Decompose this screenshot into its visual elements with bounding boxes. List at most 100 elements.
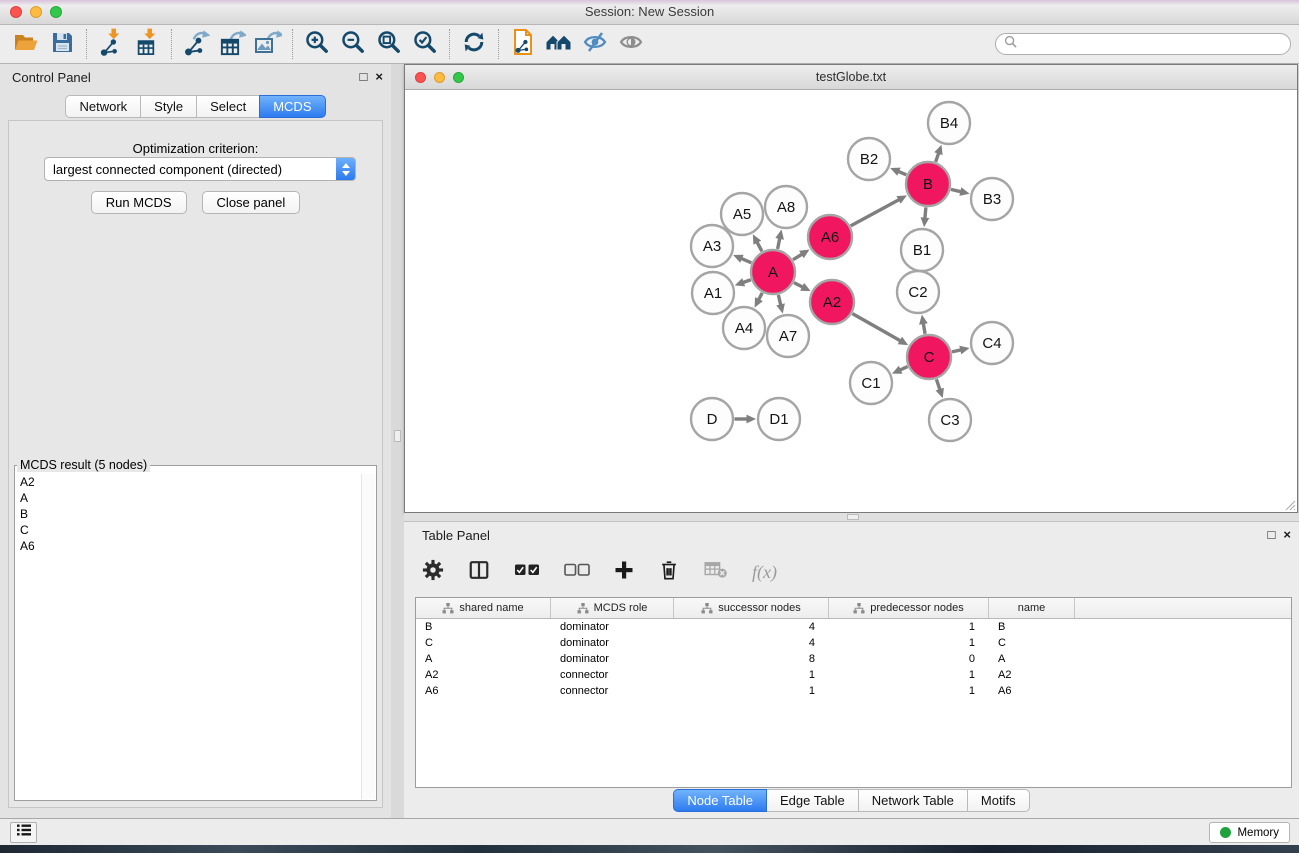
table-cell[interactable]: C: [989, 635, 1075, 651]
graph-edge-A-A2[interactable]: [794, 283, 811, 291]
graph-edge-A-A8[interactable]: [775, 230, 784, 249]
graph-node-B2[interactable]: B2: [848, 138, 890, 180]
graph-node-C3[interactable]: C3: [929, 399, 971, 441]
export-network-button[interactable]: [178, 28, 214, 60]
table-cell[interactable]: dominator: [551, 635, 674, 651]
run-mcds-button[interactable]: Run MCDS: [91, 191, 187, 214]
mcds-result-item[interactable]: A2: [16, 474, 361, 490]
graph-node-A6[interactable]: A6: [808, 215, 852, 259]
graph-node-A[interactable]: A: [751, 250, 795, 294]
close-panel-button[interactable]: Close panel: [202, 191, 301, 214]
graph-edge-C-C3[interactable]: [936, 379, 944, 398]
table-cell[interactable]: B: [416, 619, 551, 635]
graph-edge-A-A1[interactable]: [735, 278, 751, 286]
table-cell[interactable]: C: [416, 635, 551, 651]
new-network-from-selection-button[interactable]: [505, 28, 541, 60]
graph-node-B[interactable]: B: [906, 162, 950, 206]
graph-edge-A-A3[interactable]: [733, 255, 751, 263]
table-cell[interactable]: A: [989, 651, 1075, 667]
delete-columns-button[interactable]: [658, 559, 680, 586]
apply-layout-button[interactable]: [456, 28, 492, 60]
import-network-button[interactable]: [93, 28, 129, 60]
table-settings-button[interactable]: [422, 559, 444, 586]
graph-edge-A-A7[interactable]: [776, 295, 785, 314]
first-neighbors-button[interactable]: [541, 28, 577, 60]
table-cell[interactable]: connector: [551, 667, 674, 683]
memory-button[interactable]: Memory: [1209, 822, 1290, 843]
tab-network[interactable]: Network: [65, 95, 141, 118]
graph-node-A4[interactable]: A4: [723, 307, 765, 349]
table-tab-network-table[interactable]: Network Table: [858, 789, 968, 812]
graph-node-A1[interactable]: A1: [692, 272, 734, 314]
export-image-button[interactable]: [250, 28, 286, 60]
mcds-result-item[interactable]: B: [16, 506, 361, 522]
show-hide-panel-button[interactable]: [613, 28, 649, 60]
table-cell[interactable]: 4: [674, 619, 829, 635]
graph-node-C2[interactable]: C2: [897, 271, 939, 313]
table-cell[interactable]: A6: [416, 683, 551, 699]
table-cell[interactable]: dominator: [551, 651, 674, 667]
search-input[interactable]: [1017, 37, 1282, 51]
table-tab-motifs[interactable]: Motifs: [967, 789, 1030, 812]
table-cell[interactable]: 0: [829, 651, 989, 667]
table-cell[interactable]: 4: [674, 635, 829, 651]
column-header-name[interactable]: name: [989, 598, 1075, 618]
show-task-history-button[interactable]: [10, 822, 37, 843]
function-builder-button[interactable]: f(x): [752, 562, 777, 583]
mcds-result-list[interactable]: A2ABCA6: [16, 474, 361, 799]
zoom-selected-button[interactable]: [407, 28, 443, 60]
show-graphics-details-button[interactable]: [577, 28, 613, 60]
graph-edge-C-C1[interactable]: [892, 366, 908, 374]
graph-node-B1[interactable]: B1: [901, 229, 943, 271]
table-cell[interactable]: B: [989, 619, 1075, 635]
zoom-fit-button[interactable]: [371, 28, 407, 60]
table-cell[interactable]: A: [416, 651, 551, 667]
criterion-dropdown[interactable]: largest connected component (directed): [44, 157, 356, 181]
graph-edge-B-B1[interactable]: [921, 207, 930, 227]
column-header-successor-nodes[interactable]: successor nodes: [674, 598, 829, 618]
column-header-shared-name[interactable]: shared name: [416, 598, 551, 618]
app-titlebar[interactable]: Session: New Session: [0, 0, 1299, 25]
splitter-handle[interactable]: [847, 514, 859, 520]
graph-node-D1[interactable]: D1: [758, 398, 800, 440]
graph-node-C1[interactable]: C1: [850, 362, 892, 404]
network-window-titlebar[interactable]: testGlobe.txt: [405, 65, 1297, 90]
float-panel-icon[interactable]: □: [360, 69, 368, 85]
graph-edge-C-C4[interactable]: [952, 346, 970, 355]
graph-edge-B-B3[interactable]: [951, 187, 970, 196]
search-box[interactable]: [995, 33, 1291, 55]
graph-edge-B-B2[interactable]: [890, 168, 906, 176]
table-cell[interactable]: 1: [829, 683, 989, 699]
close-panel-icon[interactable]: ×: [375, 69, 383, 85]
show-column-panel-button[interactable]: [468, 559, 490, 586]
table-cell[interactable]: 1: [674, 667, 829, 683]
column-header-predecessor-nodes[interactable]: predecessor nodes: [829, 598, 989, 618]
tab-select[interactable]: Select: [196, 95, 260, 118]
table-cell[interactable]: 1: [829, 635, 989, 651]
close-panel-icon[interactable]: ×: [1283, 527, 1291, 543]
graph-node-A3[interactable]: A3: [691, 225, 733, 267]
vertical-splitter[interactable]: [391, 64, 404, 818]
graph-node-A2[interactable]: A2: [810, 280, 854, 324]
deselect-all-columns-button[interactable]: [564, 563, 590, 582]
mcds-result-item[interactable]: A: [16, 490, 361, 506]
select-all-columns-button[interactable]: [514, 563, 540, 582]
table-cell[interactable]: 1: [674, 683, 829, 699]
graph-node-A7[interactable]: A7: [767, 315, 809, 357]
graph-node-A5[interactable]: A5: [721, 193, 763, 235]
table-cell[interactable]: A2: [989, 667, 1075, 683]
graph-node-C[interactable]: C: [907, 335, 951, 379]
resize-grip-icon[interactable]: [1284, 499, 1296, 511]
graph-node-B3[interactable]: B3: [971, 178, 1013, 220]
graph-node-D[interactable]: D: [691, 398, 733, 440]
network-canvas[interactable]: B4B2BB3B1A5A8A3A6AA1C2A4A7A2CC4C1C3DD1: [405, 90, 1297, 512]
table-cell[interactable]: 1: [829, 619, 989, 635]
export-table-button[interactable]: [214, 28, 250, 60]
delete-table-button[interactable]: [704, 561, 728, 584]
graph-edge-A-A6[interactable]: [793, 250, 810, 260]
horizontal-splitter[interactable]: [404, 513, 1299, 521]
zoom-out-button[interactable]: [335, 28, 371, 60]
graph-node-A8[interactable]: A8: [765, 186, 807, 228]
mcds-result-item[interactable]: A6: [16, 538, 361, 554]
graph-edge-A-A4[interactable]: [755, 293, 763, 308]
